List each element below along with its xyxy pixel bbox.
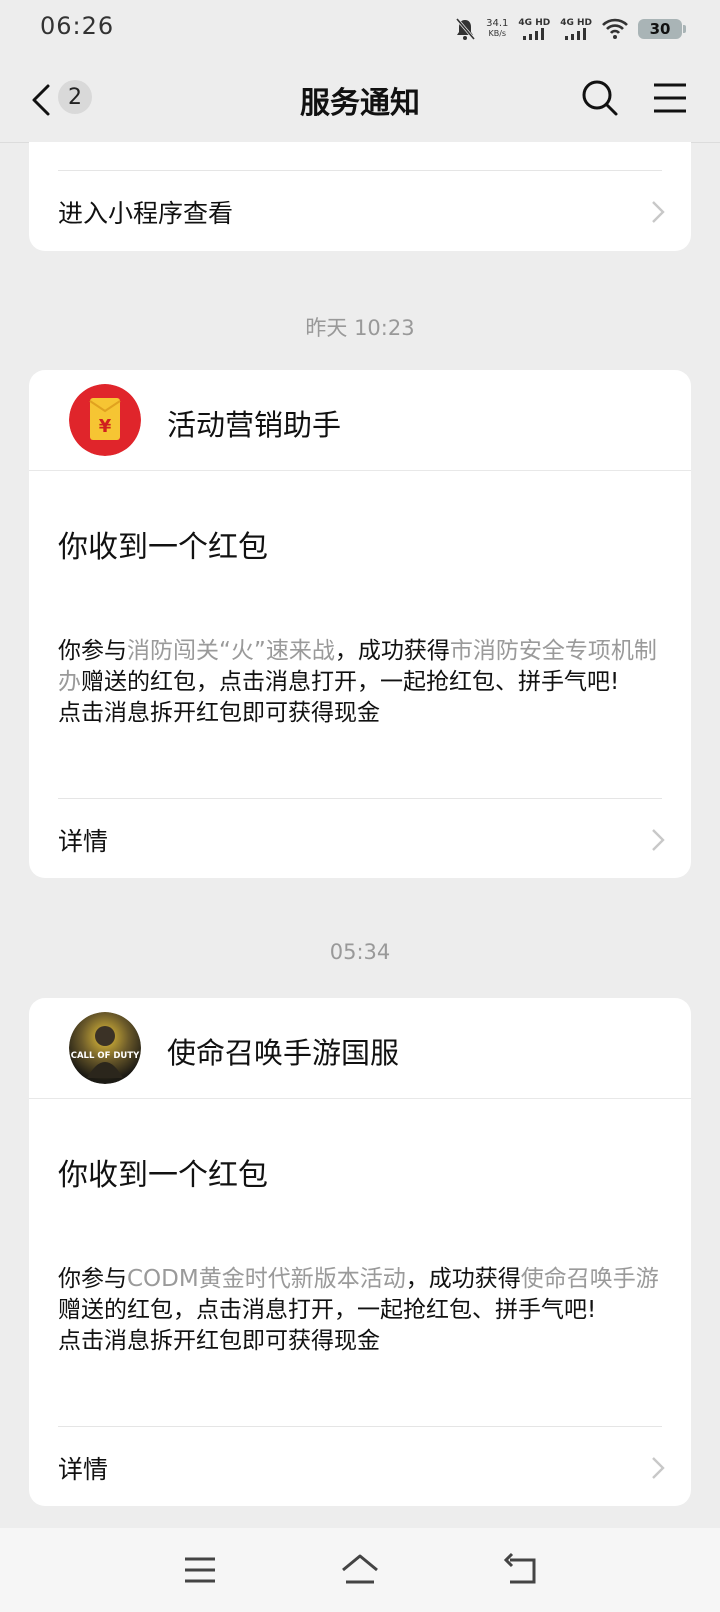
chevron-right-icon [652, 201, 665, 223]
search-icon[interactable] [580, 78, 620, 118]
message-timestamp: 昨天 10:23 [305, 316, 415, 340]
system-nav-bar [0, 1528, 720, 1612]
svg-text:¥: ¥ [99, 416, 112, 437]
body-text: ，成功获得 [334, 638, 450, 664]
body-text: ，成功获得 [405, 1266, 521, 1292]
body-hint: 点击消息拆开红包即可获得现金 [58, 1328, 380, 1354]
message-card[interactable]: CALL OF DUTY 使命召唤手游国服 你收到一个红包 你参与CODM黄金时… [29, 998, 691, 1506]
divider [58, 170, 662, 171]
body-hint: 点击消息拆开红包即可获得现金 [58, 700, 380, 726]
body-text: 赠送的红包，点击消息打开，一起抢红包、拼手气吧! [81, 669, 620, 695]
wifi-icon [602, 18, 628, 39]
status-time: 06:26 [40, 12, 115, 40]
activity-name: 消防闯关“火”速来战 [127, 638, 335, 664]
card-header: ¥ 活动营销助手 [29, 370, 691, 471]
body-text: 你参与 [58, 638, 127, 664]
signal-bars-icon [523, 28, 545, 40]
message-body: 你参与消防闯关“火”速来战，成功获得市消防安全专项机制办赠送的红包，点击消息打开… [58, 636, 666, 729]
mute-bell-icon [455, 18, 476, 40]
open-miniprogram-link[interactable]: 进入小程序查看 [29, 172, 691, 250]
menu-lines-icon[interactable] [178, 1548, 222, 1592]
activity-name: CODM黄金时代新版本活动 [127, 1266, 406, 1292]
sender-name: 使命召唤手游国服 [167, 1036, 400, 1070]
signal-bars-icon [565, 28, 587, 40]
card-header: CALL OF DUTY 使命召唤手游国服 [29, 998, 691, 1099]
sim2-signal: 4G HD [560, 18, 592, 40]
message-title: 你收到一个红包 [58, 530, 268, 565]
message-title: 你收到一个红包 [58, 1158, 268, 1193]
logo-text: CALL OF DUTY [71, 1051, 140, 1061]
net-speed-unit: KB/s [488, 29, 507, 38]
message-body: 你参与CODM黄金时代新版本活动，成功获得使命召唤手游赠送的红包，点击消息打开，… [58, 1264, 666, 1357]
chevron-right-icon [652, 829, 665, 851]
call-of-duty-logo: CALL OF DUTY [69, 1012, 141, 1084]
status-icons: 34.1 KB/s 4G HD 4G HD 30 [454, 14, 686, 44]
details-label: 详情 [58, 1455, 109, 1484]
net-speed-value: 34.1 [486, 18, 509, 29]
back-return-icon[interactable] [498, 1548, 542, 1592]
nav-bar: 2 服务通知 [0, 56, 720, 143]
giver-name: 使命召唤手游 [520, 1266, 659, 1292]
sim2-label: 4G HD [560, 18, 592, 28]
open-miniprogram-label: 进入小程序查看 [58, 199, 234, 228]
message-card[interactable]: ¥ 活动营销助手 你收到一个红包 你参与消防闯关“火”速来战，成功获得市消防安全… [29, 370, 691, 878]
battery-indicator: 30 [638, 19, 686, 39]
message-timestamp: 05:34 [329, 940, 391, 964]
menu-icon[interactable] [650, 78, 690, 118]
message-card-partial: 进入小程序查看 [29, 142, 691, 251]
details-label: 详情 [58, 827, 109, 856]
home-icon[interactable] [338, 1548, 382, 1592]
status-bar: 06:26 34.1 KB/s 4G HD 4G HD 30 [0, 0, 720, 56]
red-envelope-icon: ¥ [69, 384, 141, 456]
chevron-right-icon [652, 1457, 665, 1479]
sender-name: 活动营销助手 [167, 408, 342, 442]
divider [58, 798, 662, 799]
net-speed: 34.1 KB/s [486, 19, 508, 39]
details-link[interactable]: 详情 [29, 1428, 691, 1506]
body-text: 你参与 [58, 1266, 127, 1292]
sim1-label: 4G HD [518, 18, 551, 28]
details-link[interactable]: 详情 [29, 800, 691, 878]
divider [58, 1426, 662, 1427]
sim1-signal: 4G HD [518, 18, 550, 40]
body-text: 赠送的红包，点击消息打开，一起抢红包、拼手气吧! [58, 1297, 597, 1323]
